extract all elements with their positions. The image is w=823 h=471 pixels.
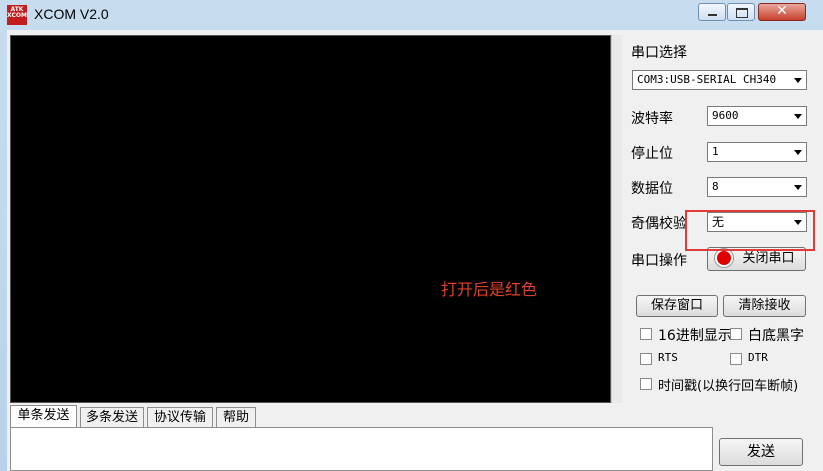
parity-label: 奇偶校验 (631, 216, 687, 232)
port-select[interactable]: COM3:USB-SERIAL CH340 (632, 70, 807, 90)
clear-receive-button[interactable]: 清除接收 (723, 295, 806, 317)
rts-checkbox[interactable] (640, 353, 652, 365)
app-window: ATK XCOM XCOM V2.0 ✕ 打开后是红色 串口选择 COM3:USB… (0, 0, 823, 471)
save-window-button[interactable]: 保存窗口 (636, 295, 718, 317)
stopbits-label: 停止位 (631, 146, 673, 162)
window-title: XCOM V2.0 (34, 6, 109, 22)
send-button[interactable]: 发送 (719, 438, 803, 466)
receive-area[interactable]: 打开后是红色 (10, 35, 611, 403)
close-icon: ✕ (776, 3, 788, 19)
tab-help[interactable]: 帮助 (216, 407, 256, 427)
chevron-down-icon (794, 114, 802, 119)
stopbits-select[interactable]: 1 (707, 142, 807, 162)
receive-scrollbar[interactable] (611, 35, 622, 403)
chevron-down-icon (794, 185, 802, 190)
white-bg-checkbox[interactable] (730, 328, 742, 340)
operation-label: 串口操作 (631, 253, 687, 269)
title-bar[interactable]: ATK XCOM XCOM V2.0 ✕ (0, 0, 823, 30)
dtr-label: DTR (748, 351, 768, 364)
white-bg-label: 白底黑字 (748, 328, 804, 344)
chevron-down-icon (794, 150, 802, 155)
highlight-box (685, 210, 815, 251)
maximize-button[interactable] (727, 3, 755, 21)
databits-select[interactable]: 8 (707, 177, 807, 197)
annotation-text: 打开后是红色 (441, 280, 538, 299)
status-led-icon (717, 251, 731, 265)
close-port-label: 关闭串口 (742, 251, 795, 266)
send-input[interactable] (10, 427, 713, 471)
hex-display-label: 16进制显示 (658, 328, 732, 344)
timestamp-label: 时间戳(以换行回车断帧) (658, 379, 799, 394)
minimize-button[interactable] (698, 3, 726, 21)
tab-single-send[interactable]: 单条发送 (10, 405, 77, 427)
app-logo: ATK XCOM (7, 5, 27, 25)
stopbits-value: 1 (712, 145, 719, 158)
port-label: 串口选择 (631, 45, 687, 61)
baud-select[interactable]: 9600 (707, 106, 807, 126)
rts-label: RTS (658, 351, 678, 364)
databits-value: 8 (712, 180, 719, 193)
hex-display-checkbox[interactable] (640, 328, 652, 340)
timestamp-checkbox[interactable] (640, 378, 652, 390)
tab-protocol[interactable]: 协议传输 (147, 407, 213, 427)
chevron-down-icon (794, 78, 802, 83)
port-value: COM3:USB-SERIAL CH340 (637, 73, 777, 86)
tab-multi-send[interactable]: 多条发送 (80, 407, 144, 427)
close-button[interactable]: ✕ (758, 3, 806, 21)
baud-value: 9600 (712, 109, 739, 122)
baud-label: 波特率 (631, 111, 673, 127)
dtr-checkbox[interactable] (730, 353, 742, 365)
databits-label: 数据位 (631, 181, 673, 197)
